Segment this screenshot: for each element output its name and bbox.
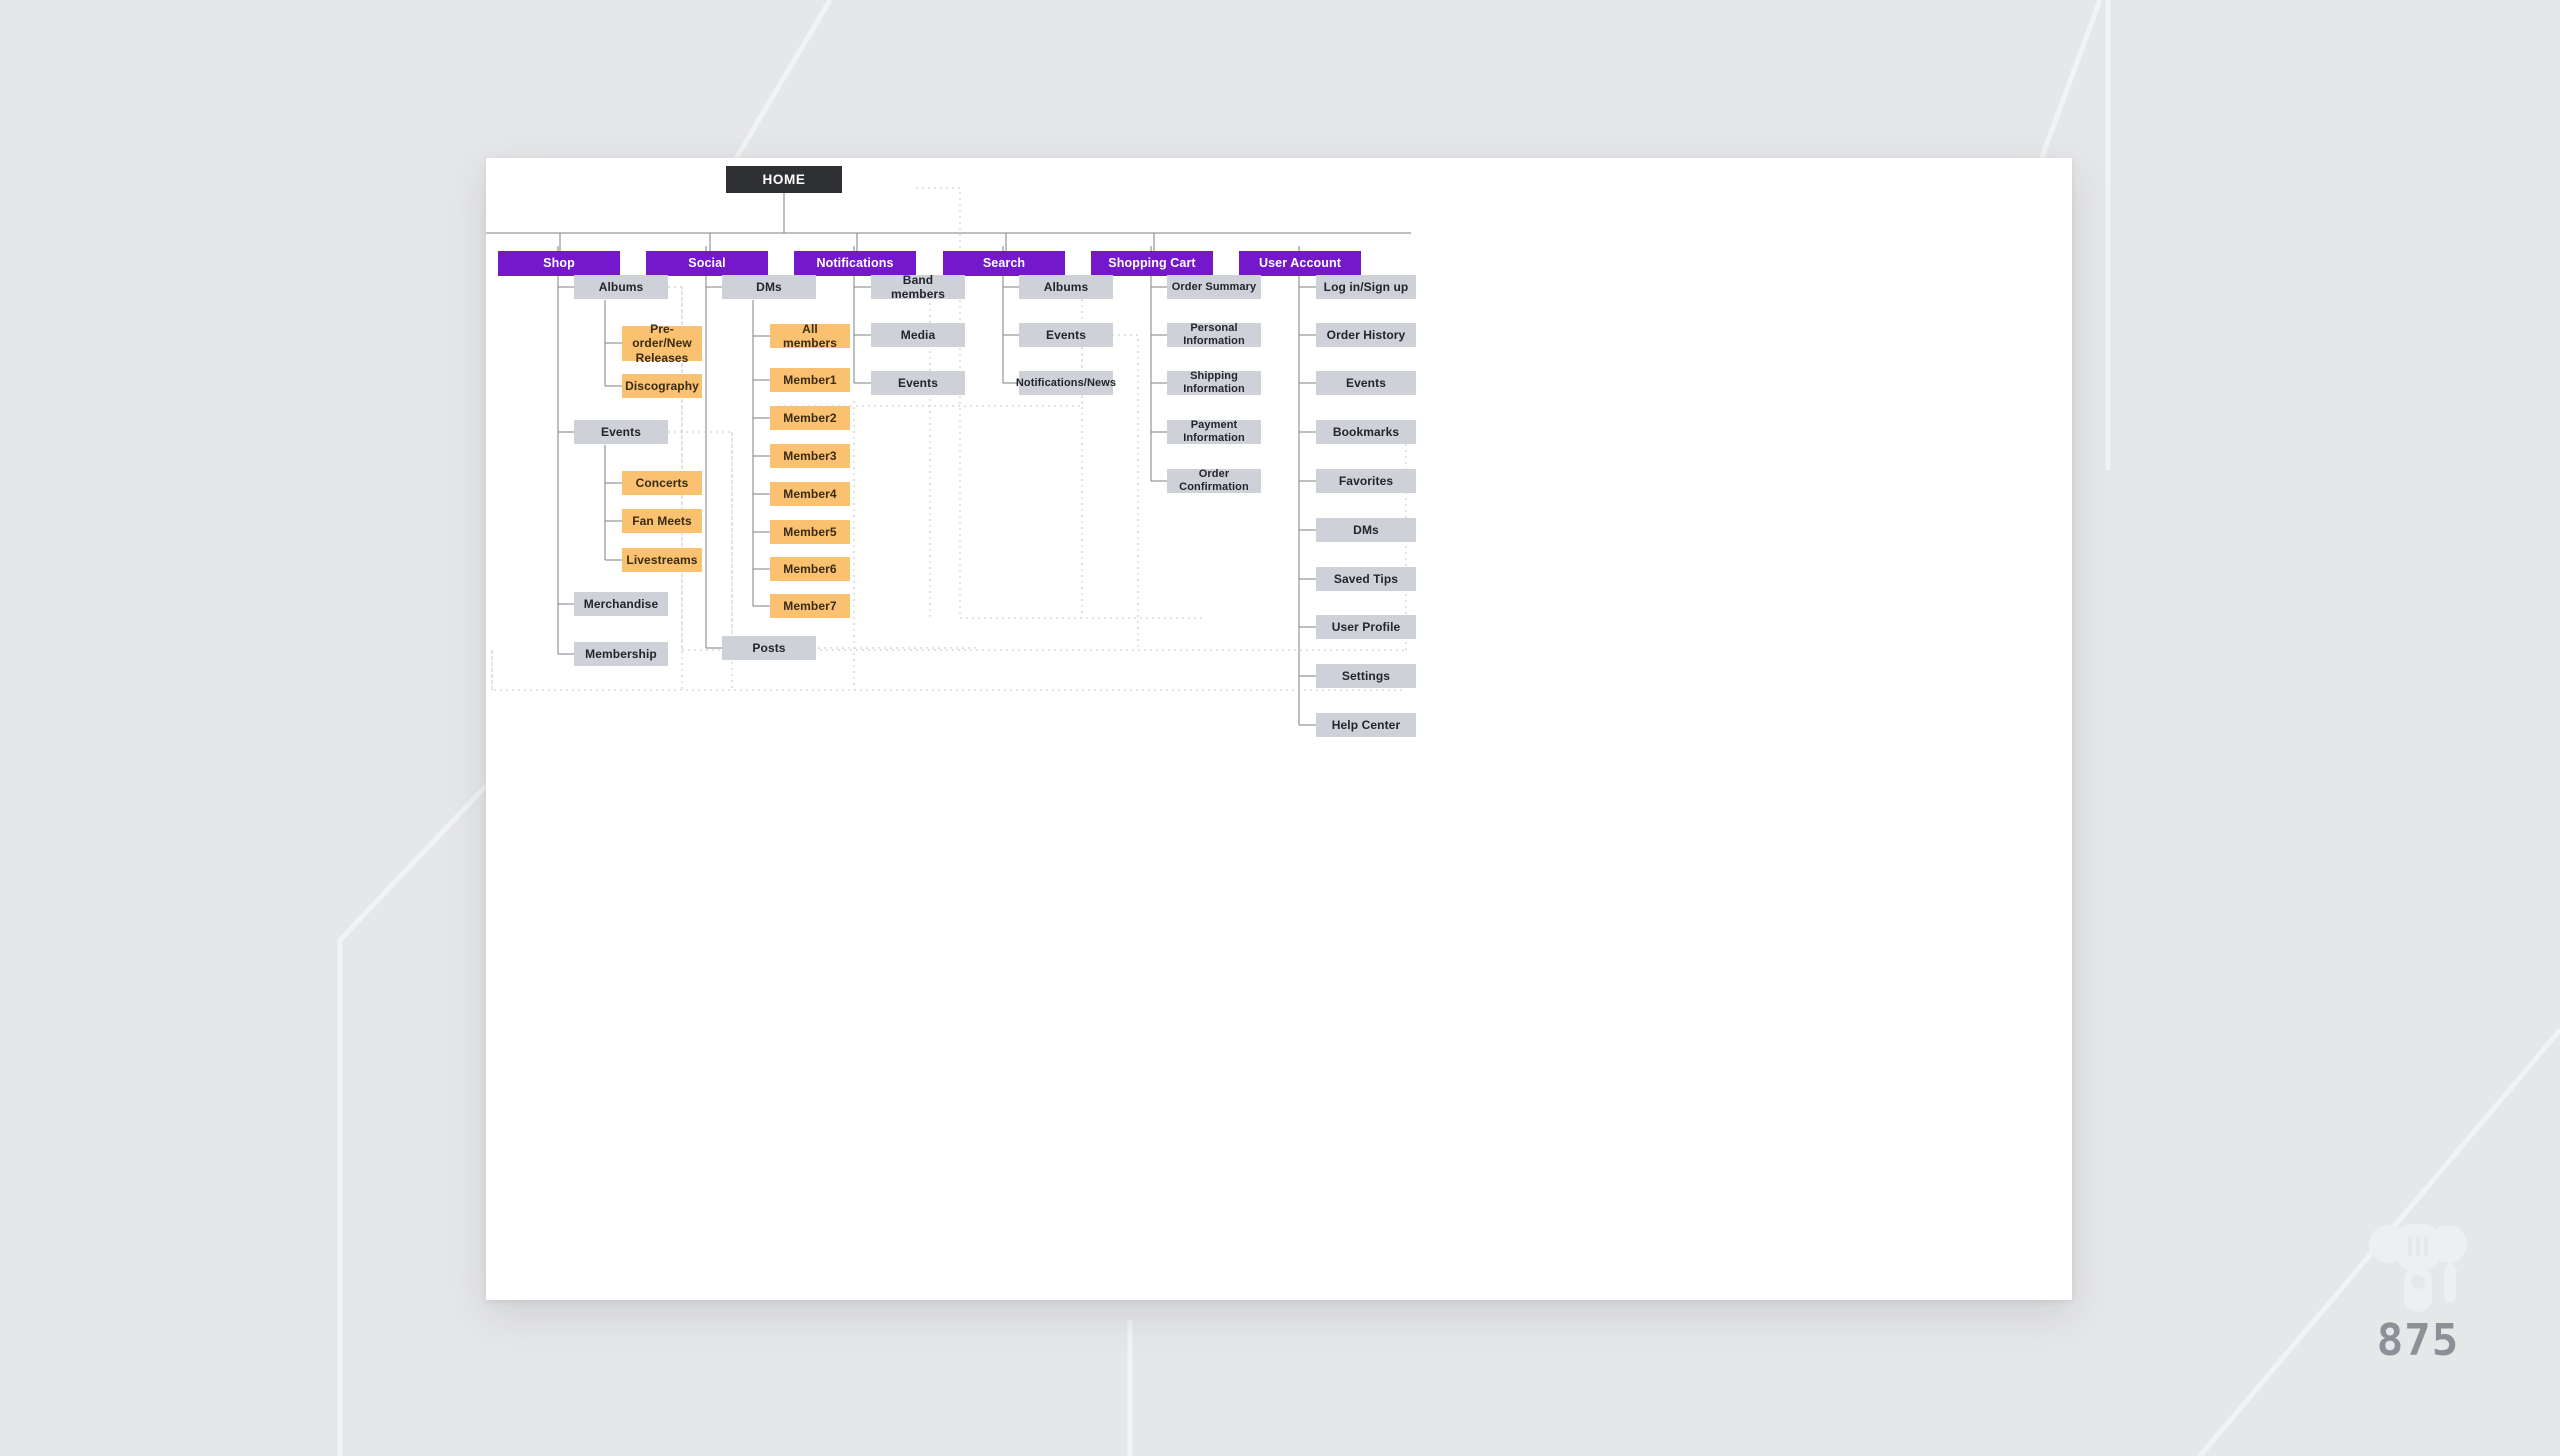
node-shop-livestreams[interactable]: Livestreams xyxy=(622,548,702,572)
column-connector-lines xyxy=(491,187,1407,726)
node-account-bookmarks[interactable]: Bookmarks xyxy=(1316,420,1416,444)
diagram-artboard: HOME Shop Social Notifications Search Sh… xyxy=(486,158,2072,1300)
branch-header-shop[interactable]: Shop xyxy=(498,251,620,276)
node-shop-events[interactable]: Events xyxy=(574,420,668,444)
node-home[interactable]: HOME xyxy=(726,166,842,193)
node-account-saved-tips[interactable]: Saved Tips xyxy=(1316,567,1416,591)
node-shop-discography[interactable]: Discography xyxy=(622,374,702,398)
node-social-member4[interactable]: Member4 xyxy=(770,482,850,506)
branch-header-shopping-cart[interactable]: Shopping Cart xyxy=(1091,251,1213,276)
node-notifications-band-members[interactable]: Band members xyxy=(871,273,965,301)
node-shop-preorder-new-releases[interactable]: Pre-order/New Releases xyxy=(622,322,702,365)
branch-header-search[interactable]: Search xyxy=(943,251,1065,276)
node-social-member7[interactable]: Member7 xyxy=(770,594,850,618)
node-social-posts[interactable]: Posts xyxy=(722,636,816,660)
node-notifications-events[interactable]: Events xyxy=(871,371,965,395)
node-social-dms[interactable]: DMs xyxy=(722,275,816,299)
node-account-settings[interactable]: Settings xyxy=(1316,664,1416,688)
node-social-member6[interactable]: Member6 xyxy=(770,557,850,581)
node-account-order-history[interactable]: Order History xyxy=(1316,323,1416,347)
node-cart-order-summary[interactable]: Order Summary xyxy=(1167,275,1261,299)
node-shop-merchandise[interactable]: Merchandise xyxy=(574,592,668,616)
node-cart-order-confirmation[interactable]: Order Confirmation xyxy=(1167,468,1261,493)
brand-logo: 875 xyxy=(2348,1216,2488,1366)
node-account-favorites[interactable]: Favorites xyxy=(1316,469,1416,493)
branch-header-social[interactable]: Social xyxy=(646,251,768,276)
node-account-events[interactable]: Events xyxy=(1316,371,1416,395)
node-social-member2[interactable]: Member2 xyxy=(770,406,850,430)
node-search-albums[interactable]: Albums xyxy=(1019,275,1113,299)
node-social-member3[interactable]: Member3 xyxy=(770,444,850,468)
node-shop-membership[interactable]: Membership xyxy=(574,642,668,666)
node-social-member5[interactable]: Member5 xyxy=(770,520,850,544)
node-account-help-center[interactable]: Help Center xyxy=(1316,713,1416,737)
mascot-icon xyxy=(2369,1224,2467,1312)
node-shop-fan-meets[interactable]: Fan Meets xyxy=(622,509,702,533)
node-account-login-signup[interactable]: Log in/Sign up xyxy=(1316,275,1416,299)
sitemap-screen: HOME Shop Social Notifications Search Sh… xyxy=(0,0,2560,1456)
logo-number: 875 xyxy=(2376,1315,2460,1366)
node-cart-shipping-information[interactable]: Shipping Information xyxy=(1167,370,1261,395)
node-shop-albums[interactable]: Albums xyxy=(574,275,668,299)
node-social-member1[interactable]: Member1 xyxy=(770,368,850,392)
node-search-notifications-news[interactable]: Notifications/News xyxy=(1016,371,1116,395)
node-notifications-media[interactable]: Media xyxy=(871,323,965,347)
node-shop-concerts[interactable]: Concerts xyxy=(622,471,702,495)
node-social-all-members[interactable]: All members xyxy=(770,322,850,350)
node-account-dms[interactable]: DMs xyxy=(1316,518,1416,542)
node-search-events[interactable]: Events xyxy=(1019,323,1113,347)
node-cart-personal-information[interactable]: Personal Information xyxy=(1167,322,1261,347)
node-account-user-profile[interactable]: User Profile xyxy=(1316,615,1416,639)
branch-header-user-account[interactable]: User Account xyxy=(1239,251,1361,276)
node-cart-payment-information[interactable]: Payment Information xyxy=(1167,419,1261,444)
